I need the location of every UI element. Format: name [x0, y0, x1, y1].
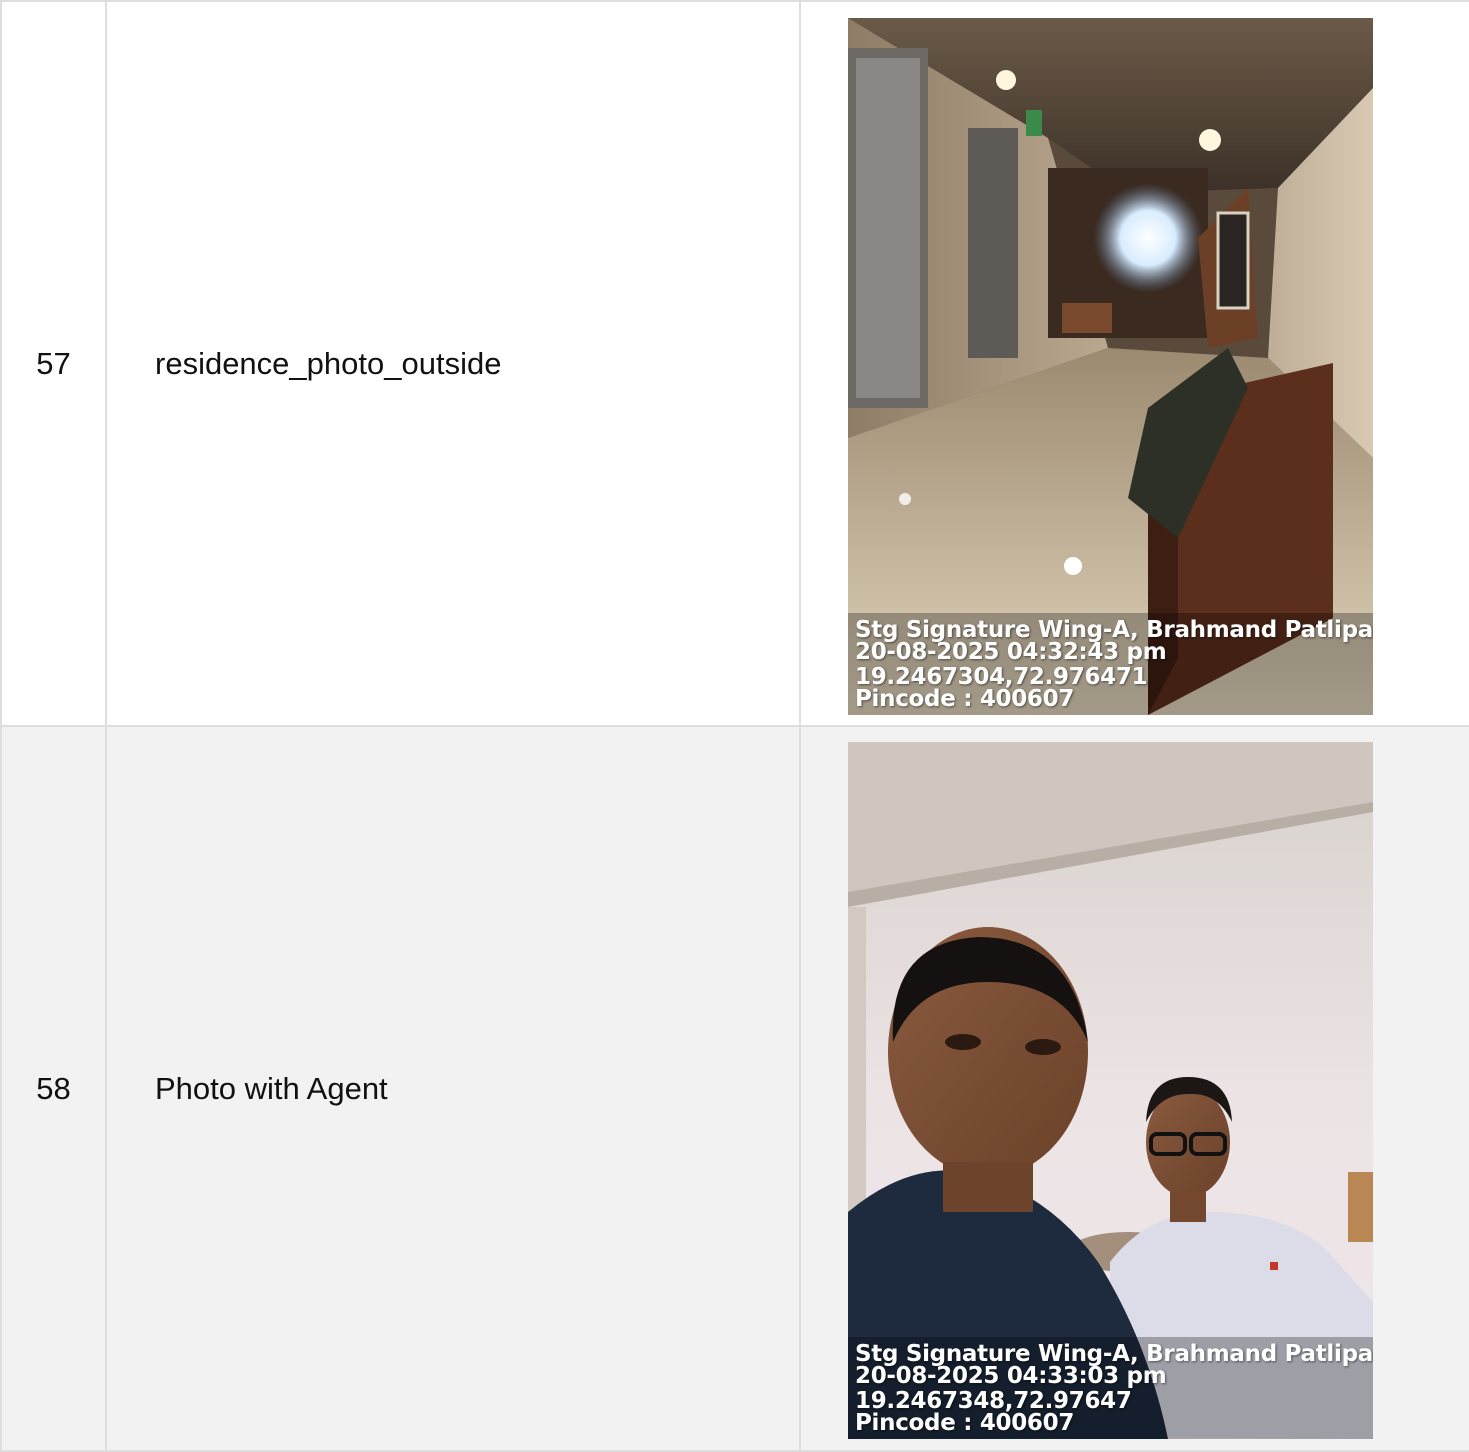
table-row: 58 Photo with Agent Stg Signature Wing-A… — [0, 725, 1469, 1452]
row-number: 57 — [0, 0, 107, 727]
geotag-stamp: Stg Signature Wing-A, Brahmand Patlipada… — [848, 1337, 1373, 1439]
residence-photo[interactable]: Stg Signature Wing-A, Brahmand Patlipada… — [848, 18, 1373, 715]
stamp-pincode: Pincode : 400607 — [855, 686, 1075, 712]
stamp-pincode: Pincode : 400607 — [855, 1410, 1075, 1436]
photo-cell: Stg Signature Wing-A, Brahmand Patlipada… — [799, 725, 1469, 1452]
row-number: 58 — [0, 725, 107, 1452]
stamp-address: Stg Signature Wing-A, Brahmand Patlipada… — [855, 1341, 1373, 1367]
stamp-datetime: 20-08-2025 04:33:03 pm — [855, 1363, 1167, 1389]
agent-photo[interactable]: Stg Signature Wing-A, Brahmand Patlipada… — [848, 742, 1373, 1439]
row-label: residence_photo_outside — [105, 0, 801, 727]
stamp-coordinates: 19.2467304,72.976471 — [855, 664, 1148, 690]
stamp-address: Stg Signature Wing-A, Brahmand Patlipada… — [855, 617, 1373, 643]
photo-cell: Stg Signature Wing-A, Brahmand Patlipada… — [799, 0, 1469, 727]
table-row: 57 residence_photo_outside Stg Signature… — [0, 0, 1469, 727]
row-label: Photo with Agent — [105, 725, 801, 1452]
lobby-photo-illustration — [848, 18, 1373, 715]
photo-evidence-table: 57 residence_photo_outside Stg Signature… — [0, 0, 1469, 1452]
stamp-datetime: 20-08-2025 04:32:43 pm — [855, 639, 1167, 665]
stamp-coordinates: 19.2467348,72.97647 — [855, 1388, 1132, 1414]
geotag-stamp: Stg Signature Wing-A, Brahmand Patlipada… — [848, 613, 1373, 715]
selfie-photo-illustration — [848, 742, 1373, 1439]
